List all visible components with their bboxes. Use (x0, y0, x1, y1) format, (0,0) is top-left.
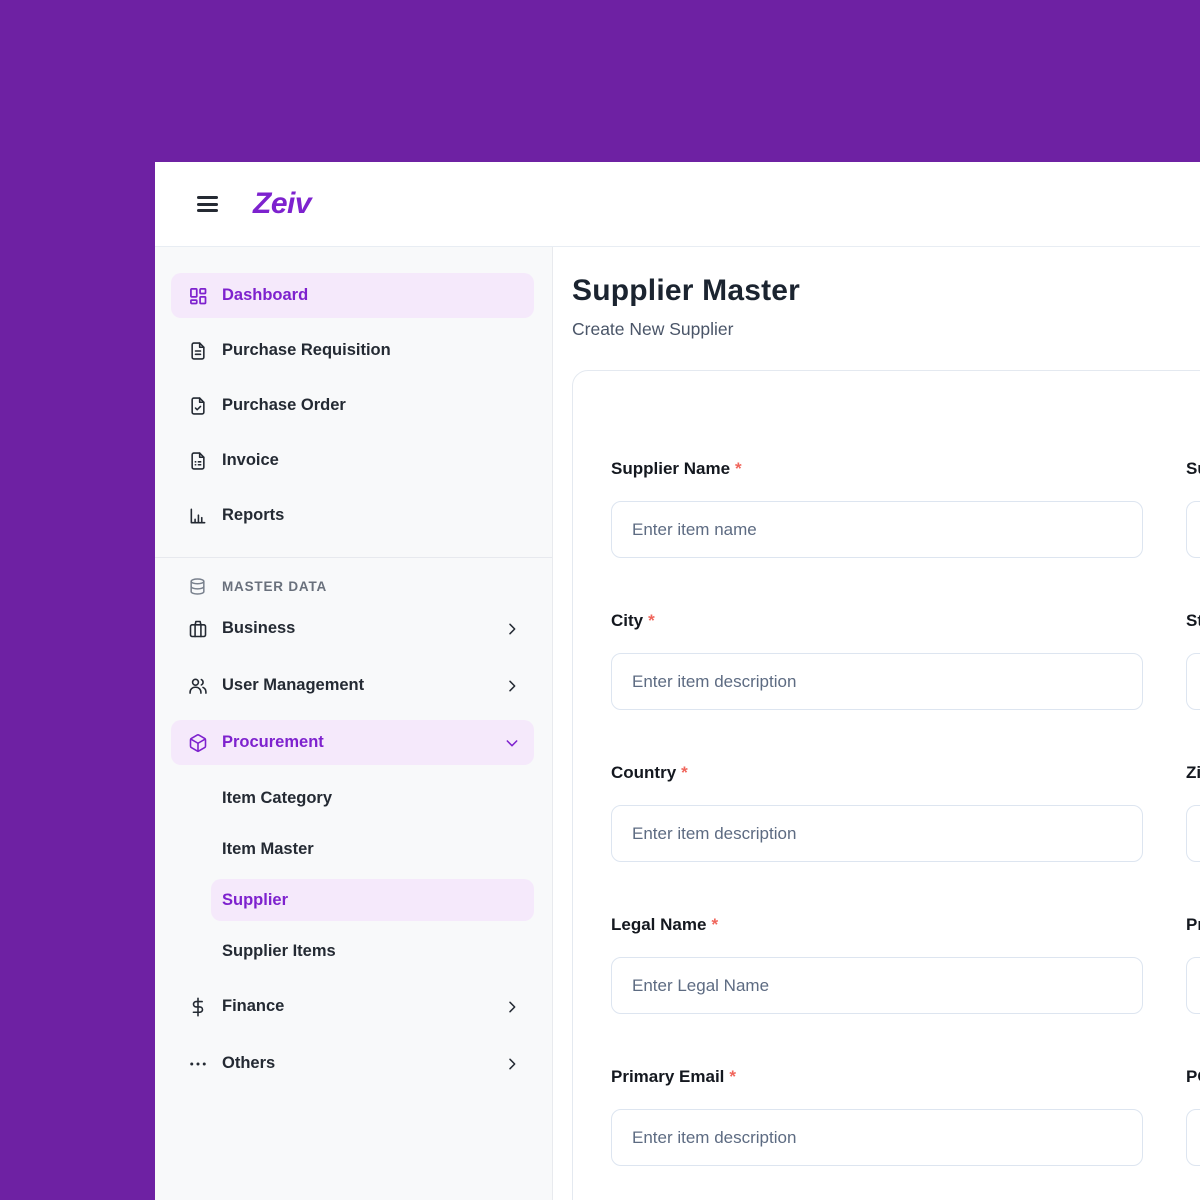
procurement-submenu: Item Category Item Master Supplier Suppl… (171, 777, 534, 972)
main-content: Supplier Master Create New Supplier Supp… (553, 247, 1200, 1200)
field-primary-email: Primary Email * (611, 1066, 1143, 1166)
chevron-down-icon (504, 735, 520, 751)
field-right-2: St (1186, 610, 1200, 710)
sidebar-item-reports[interactable]: Reports (171, 493, 534, 538)
hamburger-menu-icon[interactable] (197, 196, 218, 212)
supplier-name-input[interactable] (611, 501, 1143, 558)
bar-chart-icon (188, 506, 208, 526)
page-subtitle: Create New Supplier (572, 319, 734, 339)
field-label: Pr (1186, 915, 1200, 934)
dashboard-icon (188, 286, 208, 306)
right-field-5-input[interactable] (1186, 1109, 1200, 1166)
primary-email-input[interactable] (611, 1109, 1143, 1166)
right-field-2-input[interactable] (1186, 653, 1200, 710)
sidebar-divider (155, 557, 552, 558)
ellipsis-icon (188, 1054, 208, 1074)
right-field-1-input[interactable] (1186, 501, 1200, 558)
supplier-form: Supplier Name * City * (611, 458, 1200, 1200)
sidebar-item-item-master[interactable]: Item Master (211, 828, 534, 870)
sidebar-item-label: Supplier (222, 890, 289, 909)
field-label: Zi (1186, 763, 1200, 782)
required-asterisk: * (648, 611, 655, 630)
right-field-3-input[interactable] (1186, 805, 1200, 862)
field-right-1: Su (1186, 458, 1200, 558)
document-check-icon (188, 396, 208, 416)
sidebar-item-purchase-requisition[interactable]: Purchase Requisition (171, 328, 534, 373)
sidebar-item-supplier-items[interactable]: Supplier Items (211, 930, 534, 972)
sidebar-item-purchase-order[interactable]: Purchase Order (171, 383, 534, 428)
sidebar-item-label: Purchase Requisition (222, 341, 391, 359)
sidebar-item-label: Supplier Items (222, 941, 336, 960)
field-right-4: Pr (1186, 914, 1200, 1014)
chevron-right-icon (504, 1056, 520, 1072)
required-asterisk: * (681, 763, 688, 782)
chevron-right-icon (504, 621, 520, 637)
package-icon (188, 733, 208, 753)
sidebar-item-label: Purchase Order (222, 396, 346, 414)
field-label: PO (1186, 1067, 1200, 1086)
field-label: Country (611, 763, 677, 782)
sidebar-item-user-management[interactable]: User Management (171, 663, 534, 708)
field-supplier-name: Supplier Name * (611, 458, 1143, 558)
chevron-right-icon (504, 999, 520, 1015)
users-icon (188, 676, 208, 696)
field-right-5: PO (1186, 1066, 1200, 1166)
required-asterisk: * (729, 1067, 737, 1086)
right-field-4-input[interactable] (1186, 957, 1200, 1014)
city-input[interactable] (611, 653, 1143, 710)
document-lines-icon (188, 341, 208, 361)
country-input[interactable] (611, 805, 1143, 862)
sidebar-section-master-data: MASTER DATA (171, 566, 534, 606)
sidebar-item-label: Business (222, 619, 296, 637)
database-icon (188, 577, 207, 596)
page-title: Supplier Master (572, 274, 801, 307)
required-asterisk: * (735, 459, 742, 478)
field-label: St (1186, 611, 1200, 630)
legal-name-input[interactable] (611, 957, 1143, 1014)
sidebar-item-procurement[interactable]: Procurement (171, 720, 534, 765)
sidebar-item-label: Item Master (222, 839, 314, 858)
supplier-form-card: Supplier Name * City * (572, 370, 1200, 1200)
document-detail-icon (188, 451, 208, 471)
required-asterisk: * (711, 915, 719, 934)
sidebar-item-invoice[interactable]: Invoice (171, 438, 534, 483)
sidebar-item-label: User Management (222, 676, 365, 694)
app-logo: Zeiv (253, 187, 312, 220)
field-label: Su (1186, 459, 1200, 478)
sidebar-item-business[interactable]: Business (171, 606, 534, 651)
dollar-icon (188, 996, 208, 1017)
sidebar-item-label: Reports (222, 506, 285, 524)
sidebar-item-label: Item Category (222, 788, 333, 807)
sidebar-item-label: Dashboard (222, 286, 309, 304)
sidebar-item-dashboard[interactable]: Dashboard (171, 273, 534, 318)
field-right-3: Zi (1186, 762, 1200, 862)
sidebar-item-finance[interactable]: Finance (171, 984, 534, 1029)
field-city: City * (611, 610, 1143, 710)
sidebar: Dashboard Purchase Requisition Purchase … (155, 247, 553, 1200)
app-window: Zeiv Dashboard Purchase Requisition Purc… (155, 162, 1200, 1200)
field-label: Primary Email (611, 1067, 725, 1086)
top-bar: Zeiv (155, 162, 1200, 247)
field-label: Supplier Name (611, 459, 731, 478)
sidebar-item-supplier[interactable]: Supplier (211, 879, 534, 921)
sidebar-item-label: Procurement (222, 733, 324, 751)
field-country: Country * (611, 762, 1143, 862)
sidebar-section-label: MASTER DATA (222, 578, 328, 594)
sidebar-item-label: Others (222, 1054, 276, 1072)
briefcase-icon (188, 619, 208, 639)
sidebar-item-label: Invoice (222, 451, 279, 469)
field-label: City (611, 611, 644, 630)
chevron-right-icon (504, 678, 520, 694)
field-legal-name: Legal Name * (611, 914, 1143, 1014)
field-label: Legal Name (611, 915, 707, 934)
sidebar-item-item-category[interactable]: Item Category (211, 777, 534, 819)
sidebar-item-label: Finance (222, 997, 285, 1015)
sidebar-item-others[interactable]: Others (171, 1041, 534, 1086)
